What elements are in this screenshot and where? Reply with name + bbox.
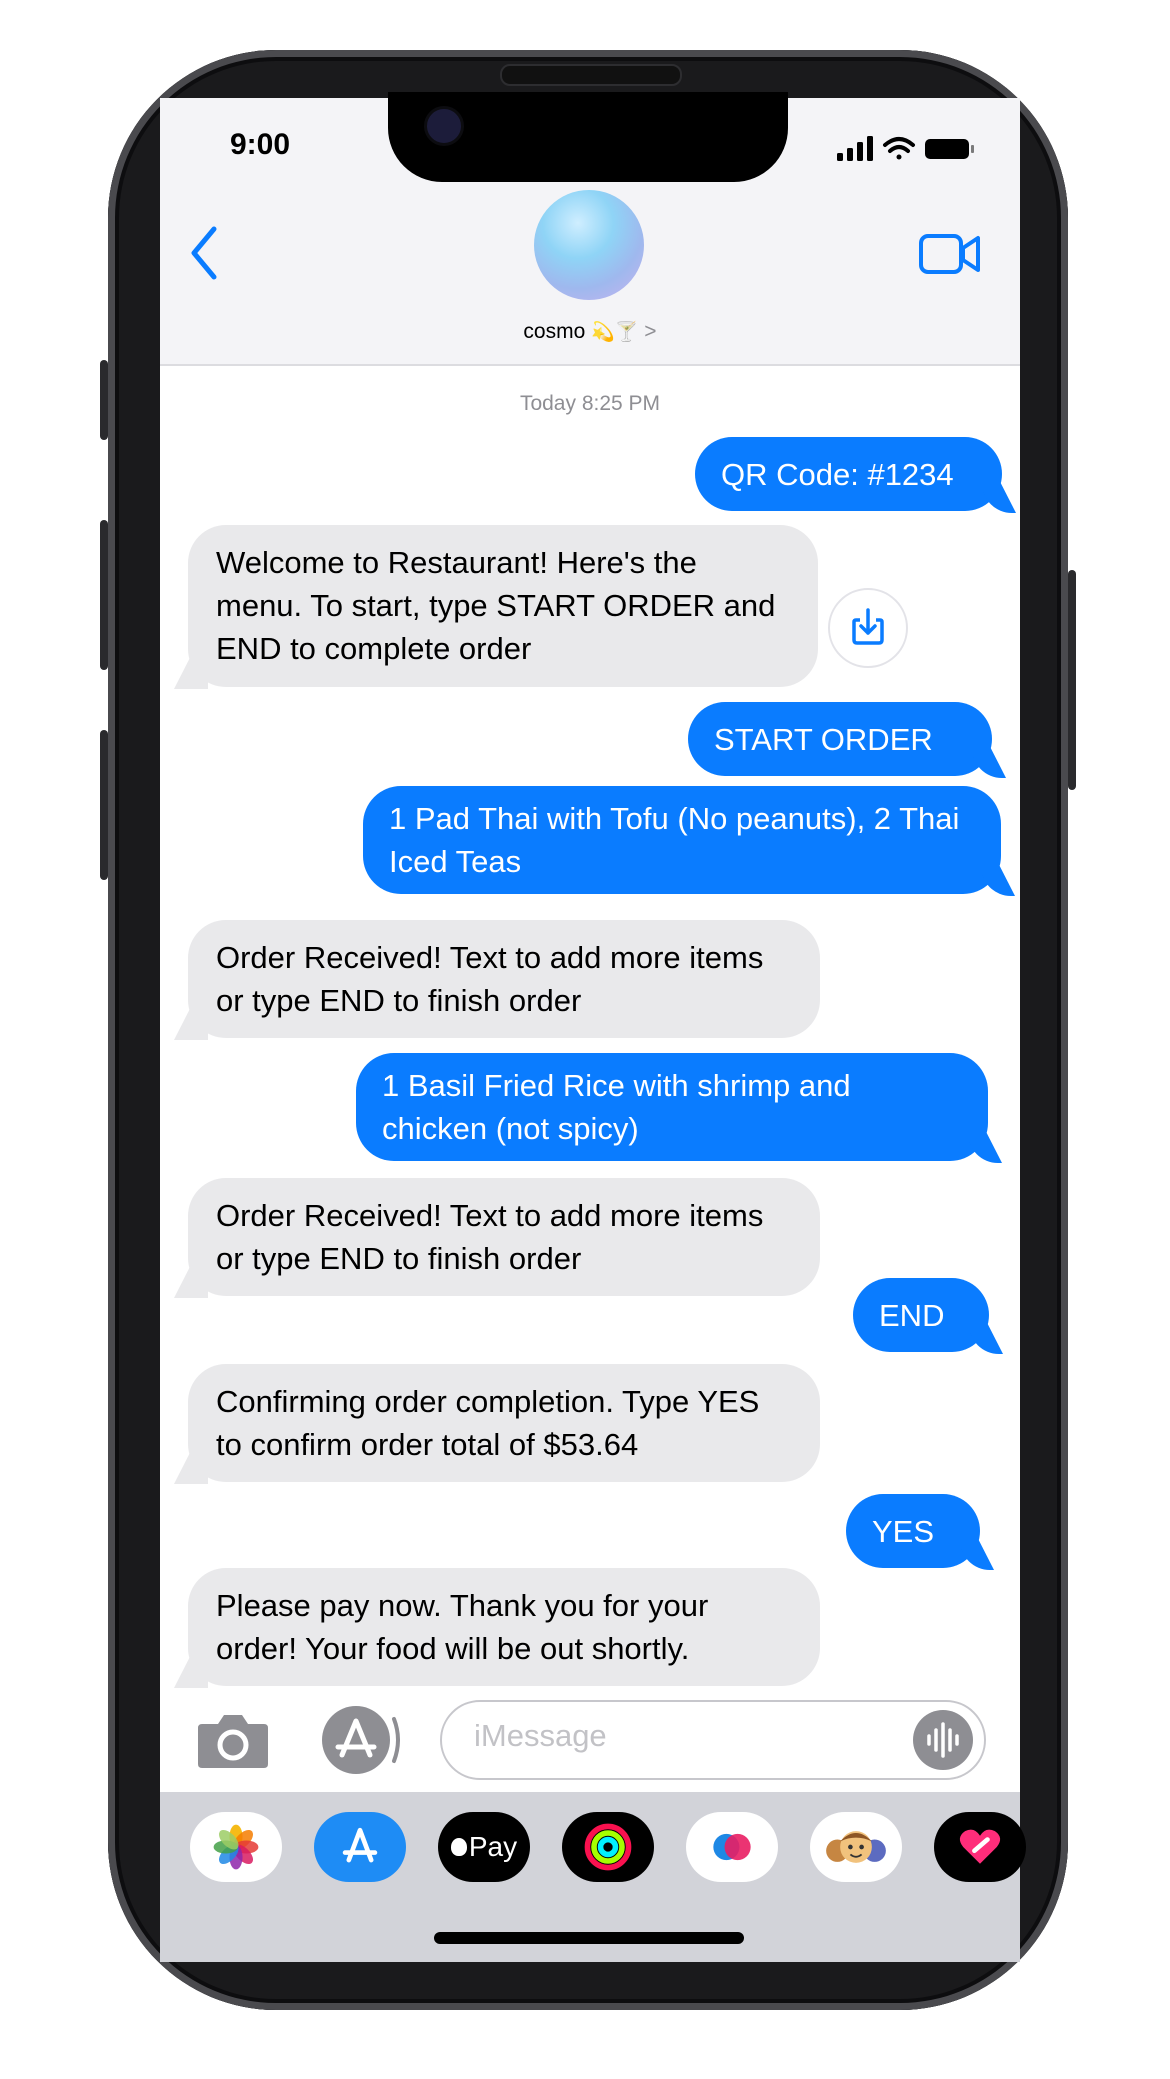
volume-up-button	[100, 520, 108, 670]
camera-icon[interactable]	[196, 1710, 270, 1770]
save-attachment-button[interactable]	[828, 588, 908, 668]
wifi-icon	[883, 137, 915, 160]
message-text: Order Received! Text to add more items o…	[216, 940, 764, 1018]
digital-touch-icon[interactable]	[686, 1812, 778, 1882]
contact-avatar[interactable]	[534, 190, 644, 300]
memoji-icon[interactable]	[810, 1812, 902, 1882]
status-icons	[837, 136, 974, 161]
message-text: 1 Pad Thai with Tofu (No peanuts), 2 Tha…	[389, 801, 960, 879]
message-text: Order Received! Text to add more items o…	[216, 1198, 764, 1276]
message-text: YES	[872, 1513, 935, 1549]
message-outgoing[interactable]: END	[853, 1278, 989, 1352]
apple-pay-label: Pay	[468, 1831, 518, 1862]
message-incoming[interactable]: Welcome to Restaurant! Here's the menu. …	[188, 525, 818, 687]
message-input-placeholder: iMessage	[474, 1718, 607, 1753]
message-incoming[interactable]: Confirming order completion. Type YES to…	[188, 1364, 820, 1482]
apple-logo-icon	[450, 1838, 467, 1856]
battery-icon	[925, 139, 974, 159]
message-incoming[interactable]: Order Received! Text to add more items o…	[188, 920, 820, 1038]
message-timestamp: Today 8:25 PM	[519, 392, 661, 415]
home-indicator[interactable]	[434, 1932, 744, 1944]
app-store-app-icon[interactable]	[314, 1812, 406, 1882]
message-incoming[interactable]: Please pay now. Thank you for your order…	[188, 1568, 820, 1686]
mute-switch	[100, 360, 108, 440]
status-time: 9:00	[230, 128, 291, 161]
message-text: START ORDER	[714, 721, 933, 757]
back-chevron-icon[interactable]	[188, 225, 218, 281]
message-text: QR Code: #1234	[721, 456, 954, 492]
message-incoming[interactable]: Order Received! Text to add more items o…	[188, 1178, 820, 1296]
message-text: Please pay now. Thank you for your order…	[216, 1588, 709, 1666]
message-text: Welcome to Restaurant! Here's the menu. …	[216, 545, 776, 666]
message-outgoing[interactable]: QR Code: #1234	[695, 437, 1002, 511]
contact-emoji: 💫🍸	[591, 322, 639, 343]
message-text: Confirming order completion. Type YES to…	[216, 1384, 760, 1462]
app-store-glyph-icon	[342, 1827, 378, 1863]
activity-icon[interactable]	[562, 1812, 654, 1882]
photos-app-icon[interactable]	[190, 1812, 282, 1882]
waveform-icon	[927, 1722, 959, 1758]
digital-touch-circles-icon	[713, 1833, 751, 1861]
stickers-icon[interactable]	[934, 1812, 1026, 1882]
memoji-faces-icon	[826, 1831, 886, 1863]
message-outgoing[interactable]: YES	[846, 1494, 980, 1568]
apple-pay-icon[interactable]: Pay	[438, 1812, 530, 1882]
app-store-icon[interactable]	[318, 1705, 400, 1775]
signal-icon	[837, 136, 873, 161]
audio-message-button[interactable]	[913, 1710, 973, 1770]
heart-sticker-icon	[959, 1829, 1001, 1864]
video-call-icon[interactable]	[918, 232, 982, 276]
activity-rings-icon	[584, 1823, 632, 1871]
message-outgoing[interactable]: 1 Basil Fried Rice with shrimp and chick…	[356, 1053, 988, 1161]
photos-flower-icon	[213, 1824, 259, 1870]
message-outgoing[interactable]: START ORDER	[688, 702, 992, 776]
download-icon	[852, 608, 884, 645]
power-button	[1068, 570, 1076, 790]
contact-name: cosmo	[523, 320, 586, 343]
chevron-right-icon: >	[644, 320, 657, 343]
front-camera	[424, 106, 464, 146]
message-text: END	[879, 1297, 945, 1333]
contact-name-row[interactable]: cosmo 💫🍸 >	[440, 320, 740, 344]
volume-down-button	[100, 730, 108, 880]
speaker-grille	[500, 64, 682, 86]
message-text: 1 Basil Fried Rice with shrimp and chick…	[382, 1068, 851, 1146]
message-outgoing[interactable]: 1 Pad Thai with Tofu (No peanuts), 2 Tha…	[363, 786, 1001, 894]
